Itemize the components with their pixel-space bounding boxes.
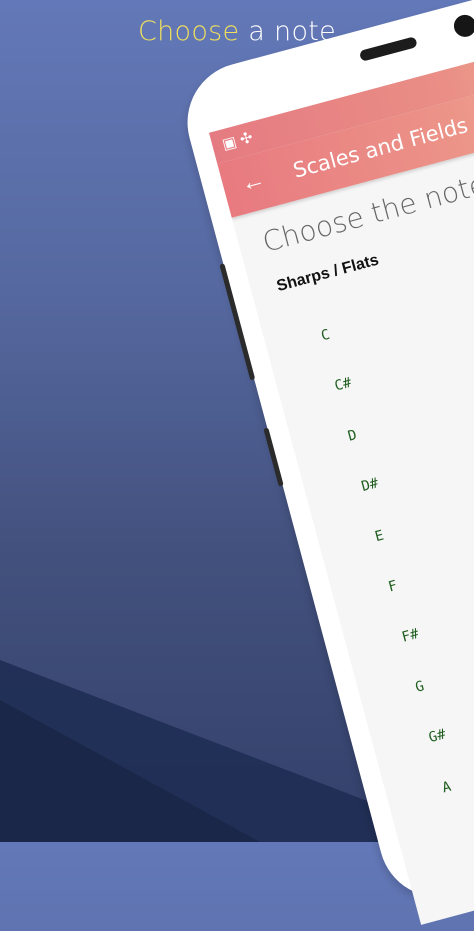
status-left-icons: ▣ ✣ [220, 128, 255, 154]
sharps-flats-label: Sharps / Flats [274, 251, 381, 296]
back-arrow-icon[interactable]: ← [238, 163, 275, 200]
headline-accent: Choose [137, 16, 240, 47]
